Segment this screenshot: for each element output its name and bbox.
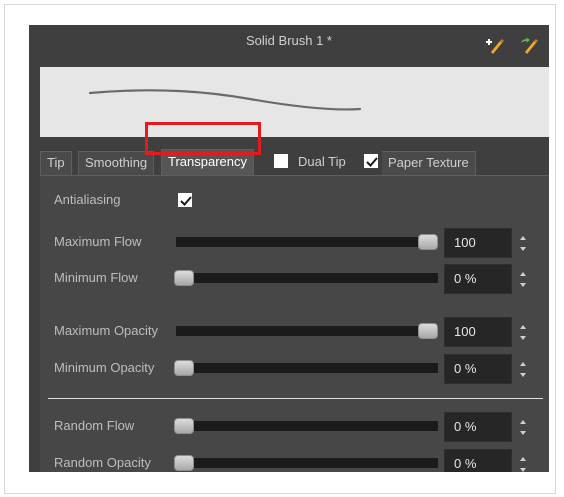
maximum-opacity-slider[interactable] — [176, 326, 438, 336]
spinner-down-icon[interactable] — [520, 247, 526, 251]
brush-properties-panel: Solid Brush 1 * Tip Smoothing Transparen… — [29, 25, 549, 472]
spinner-up-icon[interactable] — [520, 420, 526, 424]
paper-texture-checkbox[interactable] — [364, 154, 378, 168]
random-opacity-value-field[interactable]: 0 % — [444, 449, 512, 472]
antialiasing-label: Antialiasing — [54, 192, 121, 207]
spinner-down-icon[interactable] — [520, 468, 526, 472]
spinner-up-icon[interactable] — [520, 236, 526, 240]
spinner-down-icon[interactable] — [520, 431, 526, 435]
random-opacity-label: Random Opacity — [54, 455, 151, 470]
maximum-flow-slider-handle[interactable] — [418, 234, 438, 250]
random-opacity-slider[interactable] — [176, 458, 438, 468]
checkmark-icon — [180, 196, 192, 206]
random-flow-label: Random Flow — [54, 418, 135, 433]
random-opacity-spinner[interactable] — [518, 449, 530, 472]
minimum-opacity-spinner[interactable] — [518, 354, 530, 384]
spinner-up-icon[interactable] — [520, 272, 526, 276]
minimum-opacity-slider[interactable] — [176, 363, 438, 373]
spinner-down-icon[interactable] — [520, 373, 526, 377]
minimum-flow-value-field[interactable]: 0 % — [444, 264, 512, 294]
minimum-flow-slider-handle[interactable] — [174, 270, 194, 286]
minimum-flow-label: Minimum Flow — [54, 270, 138, 285]
tab-label: Transparency — [168, 154, 247, 169]
random-flow-slider[interactable] — [176, 421, 438, 431]
maximum-flow-slider[interactable] — [176, 237, 438, 247]
tab-paper-texture[interactable]: Paper Texture — [382, 151, 476, 175]
stroke-preview — [40, 67, 549, 137]
random-flow-value-field[interactable]: 0 % — [444, 412, 512, 442]
random-opacity-slider-handle[interactable] — [174, 455, 194, 471]
brush-plus-icon[interactable] — [485, 37, 505, 55]
minimum-opacity-label: Minimum Opacity — [54, 360, 155, 375]
tab-bar: Tip Smoothing Transparency Dual Tip Pape… — [40, 149, 549, 175]
maximum-flow-label: Maximum Flow — [54, 234, 142, 249]
minimum-opacity-slider-handle[interactable] — [174, 360, 194, 376]
random-flow-spinner[interactable] — [518, 412, 530, 442]
spinner-down-icon[interactable] — [520, 283, 526, 287]
maximum-flow-spinner[interactable] — [518, 228, 530, 258]
brush-rename-icon[interactable] — [519, 37, 539, 55]
minimum-flow-slider[interactable] — [176, 273, 438, 283]
spinner-up-icon[interactable] — [520, 325, 526, 329]
antialiasing-checkbox[interactable] — [178, 193, 192, 207]
minimum-flow-spinner[interactable] — [518, 264, 530, 294]
dual-tip-checkbox[interactable] — [274, 154, 288, 168]
tab-label: Paper Texture — [388, 155, 469, 170]
tab-label: Smoothing — [85, 155, 148, 170]
tab-smoothing[interactable]: Smoothing — [78, 151, 155, 175]
section-divider — [48, 398, 543, 399]
maximum-opacity-value-field[interactable]: 100 — [444, 317, 512, 347]
spinner-up-icon[interactable] — [520, 362, 526, 366]
tab-dual-tip[interactable]: Dual Tip — [292, 151, 352, 175]
maximum-opacity-label: Maximum Opacity — [54, 323, 159, 338]
tab-transparency[interactable]: Transparency — [161, 149, 254, 175]
tab-tip[interactable]: Tip — [40, 151, 72, 175]
spinner-up-icon[interactable] — [520, 457, 526, 461]
tab-label: Tip — [47, 155, 65, 170]
tab-label: Dual Tip — [298, 154, 346, 169]
panel-title: Solid Brush 1 * — [246, 33, 332, 48]
spinner-down-icon[interactable] — [520, 336, 526, 340]
maximum-opacity-spinner[interactable] — [518, 317, 530, 347]
maximum-opacity-slider-handle[interactable] — [418, 323, 438, 339]
maximum-flow-value-field[interactable]: 100 — [444, 228, 512, 258]
random-flow-slider-handle[interactable] — [174, 418, 194, 434]
minimum-opacity-value-field[interactable]: 0 % — [444, 354, 512, 384]
checkmark-icon — [366, 157, 378, 167]
window-frame: Solid Brush 1 * Tip Smoothing Transparen… — [4, 4, 556, 494]
transparency-tab-content: Antialiasing Maximum Flow 100 Minimum Flow… — [40, 175, 549, 472]
